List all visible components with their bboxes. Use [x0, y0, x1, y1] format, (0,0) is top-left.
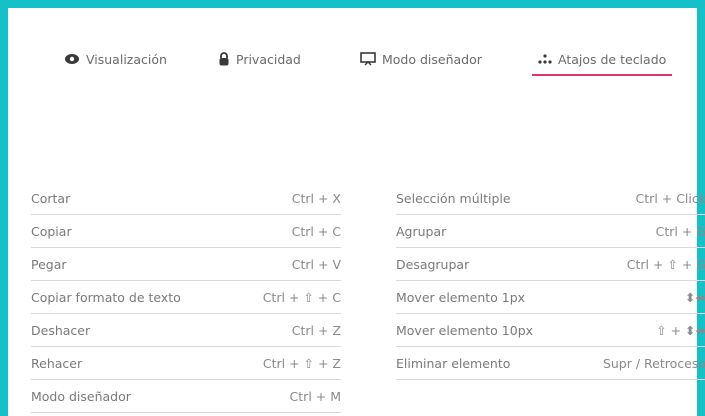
shortcut-row: Copiar formato de texto Ctrl + ⇧ + C	[31, 281, 341, 314]
shortcut-row: Desagrupar Ctrl + ⇧ + G	[396, 248, 705, 281]
shortcut-keys: Ctrl + Click	[635, 190, 705, 206]
shortcut-keys: ⇧ + ⬍⬌	[656, 322, 705, 338]
shortcut-row: Pegar Ctrl + V	[31, 248, 341, 281]
shortcut-row: Eliminar elemento Supr / Retroceso	[396, 347, 705, 380]
shortcut-label: Selección múltiple	[396, 190, 511, 206]
shortcut-keys: Ctrl + G	[655, 223, 705, 239]
shortcut-row: Modo diseñador Ctrl + M	[31, 380, 341, 413]
shortcut-row: Rehacer Ctrl + ⇧ + Z	[31, 347, 341, 380]
shortcut-keys: Ctrl + Z	[291, 322, 341, 338]
shortcut-label: Cortar	[31, 190, 71, 206]
shortcut-row: Cortar Ctrl + X	[31, 182, 341, 215]
shortcut-label: Mover elemento 10px	[396, 322, 534, 338]
shortcut-row: Agrupar Ctrl + G	[396, 215, 705, 248]
tab-label: Modo diseñador	[382, 51, 482, 67]
shortcut-label: Rehacer	[31, 355, 83, 371]
shortcut-row: Mover elemento 10px ⇧ + ⬍⬌	[396, 314, 705, 347]
shortcut-label: Desagrupar	[396, 256, 470, 272]
shortcut-row: Copiar Ctrl + C	[31, 215, 341, 248]
tab-privacidad[interactable]: Privacidad	[218, 48, 301, 70]
monitor-icon	[360, 52, 376, 66]
shortcut-keys: Ctrl + V	[291, 256, 341, 272]
shortcut-keys: Ctrl + ⇧ + C	[262, 289, 341, 305]
tab-label: Privacidad	[236, 51, 301, 67]
shortcut-row: Mover elemento 1px ⬍⬌	[396, 281, 705, 314]
shortcut-label: Pegar	[31, 256, 67, 272]
shortcut-label: Copiar	[31, 223, 72, 239]
shortcut-row: Deshacer Ctrl + Z	[31, 314, 341, 347]
eye-icon	[64, 53, 80, 65]
tab-atajos-de-teclado[interactable]: Atajos de teclado	[531, 48, 673, 76]
tab-bar: Visualización Privacidad Modo diseñador	[16, 16, 705, 76]
shortcut-keys: Ctrl + ⇧ + Z	[262, 355, 341, 371]
shortcut-keys: Supr / Retroceso	[602, 355, 705, 371]
dots-icon	[538, 53, 552, 65]
tab-label: Visualización	[86, 51, 167, 67]
shortcut-row: Selección múltiple Ctrl + Click	[396, 182, 705, 215]
shortcut-label: Modo diseñador	[31, 388, 131, 404]
tab-modo-disenador[interactable]: Modo diseñador	[360, 48, 482, 70]
shortcut-label: Agrupar	[396, 223, 447, 239]
shortcut-keys: ⬍⬌	[685, 289, 705, 305]
shortcut-label: Copiar formato de texto	[31, 289, 181, 305]
shortcut-keys: Ctrl + ⇧ + G	[626, 256, 705, 272]
shortcut-keys: Ctrl + M	[289, 388, 341, 404]
shortcut-keys: Ctrl + X	[291, 190, 341, 206]
shortcuts-column-right: Selección múltiple Ctrl + Click Agrupar …	[396, 182, 705, 380]
shortcut-label: Mover elemento 1px	[396, 289, 526, 305]
shortcut-keys: Ctrl + C	[291, 223, 341, 239]
tab-label: Atajos de teclado	[558, 51, 667, 67]
lock-icon	[218, 52, 230, 66]
settings-panel: Visualización Privacidad Modo diseñador	[0, 0, 705, 416]
shortcut-label: Deshacer	[31, 322, 91, 338]
tab-visualizacion[interactable]: Visualización	[64, 48, 167, 70]
shortcut-label: Eliminar elemento	[396, 355, 511, 371]
shortcuts-column-left: Cortar Ctrl + X Copiar Ctrl + C Pegar Ct…	[31, 182, 341, 413]
